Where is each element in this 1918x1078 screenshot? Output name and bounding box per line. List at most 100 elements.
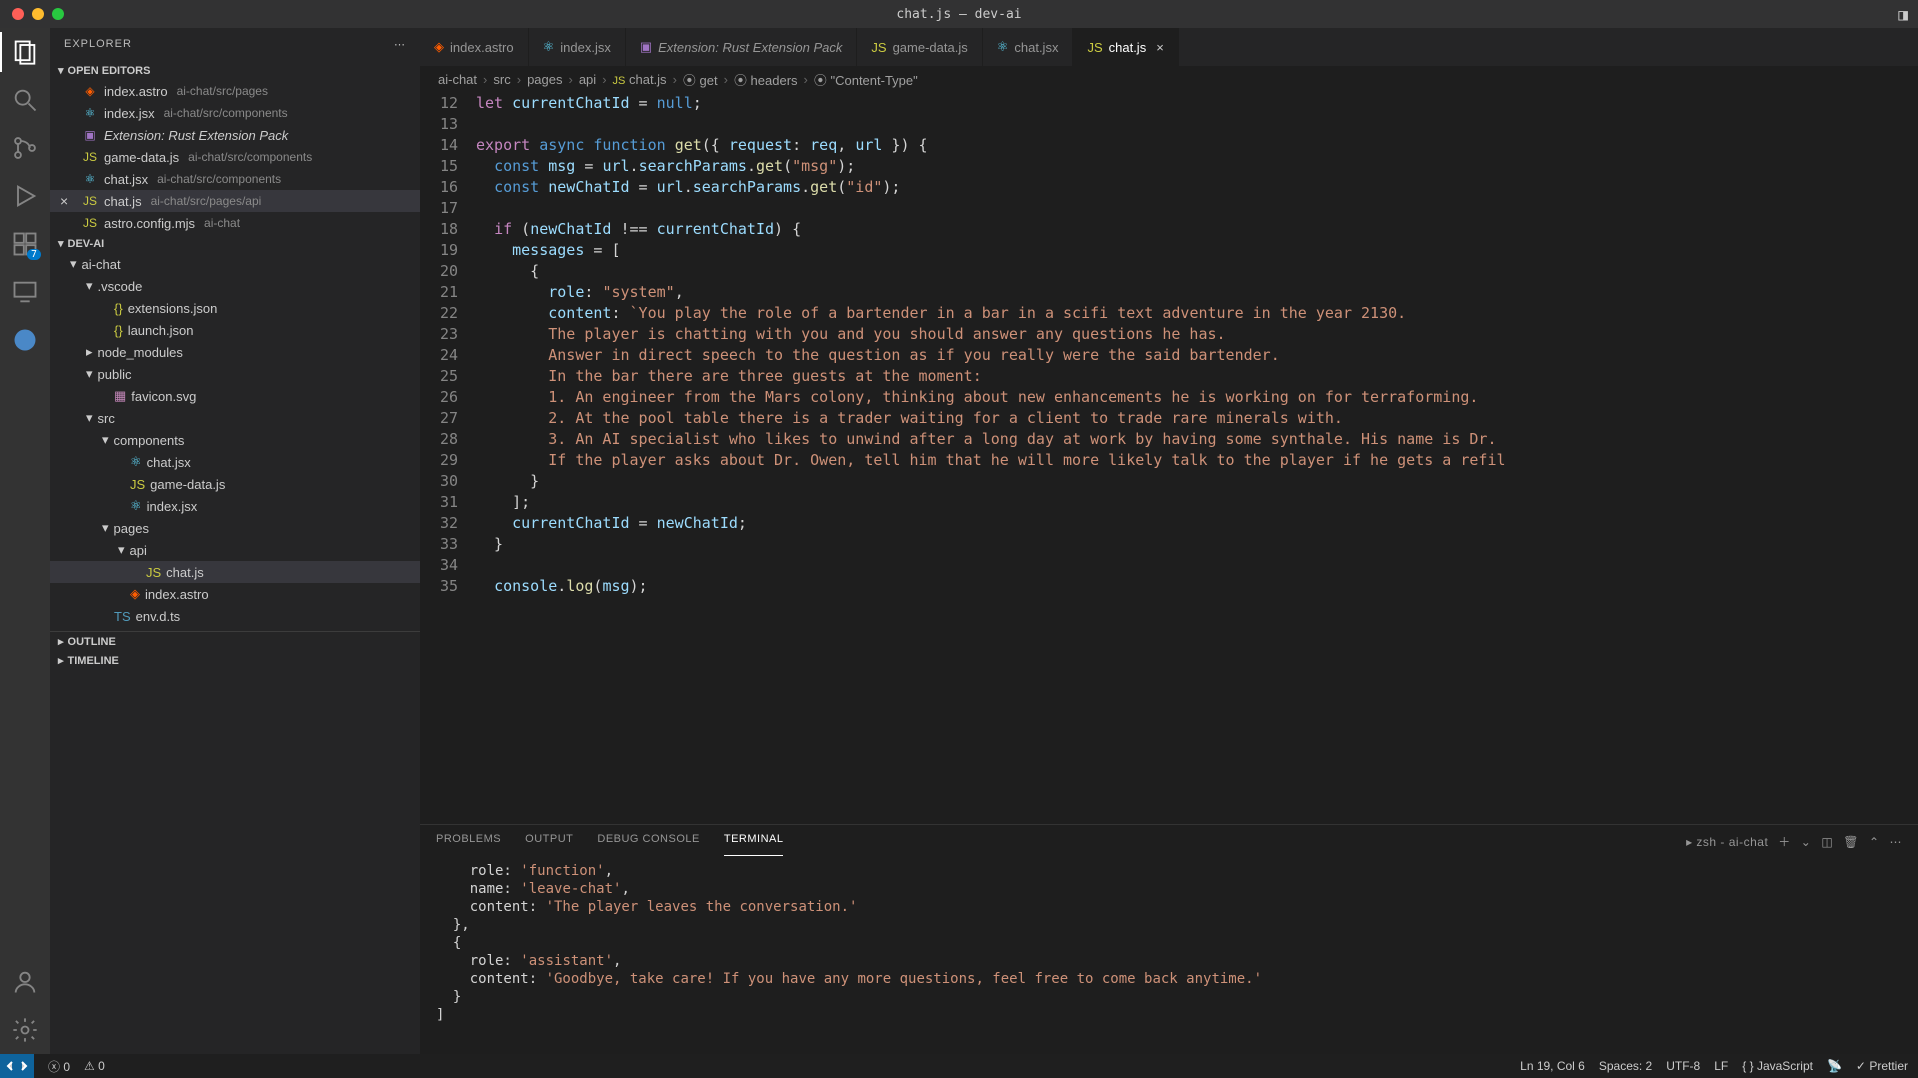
panel-tab-debug-console[interactable]: DEBUG CONSOLE (597, 833, 699, 856)
timeline-header[interactable]: TIMELINE (50, 651, 420, 670)
open-editor-item[interactable]: ⚛index.jsx ai-chat/src/components (50, 102, 420, 124)
run-debug-icon[interactable] (11, 182, 39, 210)
close-window-button[interactable] (12, 8, 24, 20)
source-control-icon[interactable] (11, 134, 39, 162)
status-indent[interactable]: Spaces: 2 (1599, 1059, 1652, 1073)
close-icon[interactable]: × (60, 193, 68, 209)
folder-.vscode[interactable]: .vscode (50, 275, 420, 297)
code-line[interactable]: 22 content: `You play the role of a bart… (420, 303, 1918, 324)
editor-tab[interactable]: ▣Extension: Rust Extension Pack (626, 28, 858, 66)
code-line[interactable]: 34 (420, 555, 1918, 576)
file-chat.js[interactable]: JSchat.js (50, 561, 420, 583)
minimize-window-button[interactable] (32, 8, 44, 20)
status-language[interactable]: { } JavaScript (1742, 1059, 1813, 1073)
code-line[interactable]: 33 } (420, 534, 1918, 555)
breadcrumb-segment[interactable]: pages (527, 72, 562, 87)
explorer-more-icon[interactable]: ⋯ (394, 38, 406, 51)
code-line[interactable]: 21 role: "system", (420, 282, 1918, 303)
breadcrumb-segment[interactable]: src (493, 72, 510, 87)
open-editor-item[interactable]: JSgame-data.js ai-chat/src/components (50, 146, 420, 168)
more-panel-icon[interactable]: ⋯ (1890, 835, 1903, 855)
folder-public[interactable]: public (50, 363, 420, 385)
search-icon[interactable] (11, 86, 39, 114)
editor-tab[interactable]: ◈index.astro (420, 28, 529, 66)
panel-tab-output[interactable]: OUTPUT (525, 833, 573, 856)
breadcrumb-segment[interactable]: api (579, 72, 596, 87)
open-editor-item[interactable]: ▣Extension: Rust Extension Pack (50, 124, 420, 146)
code-line[interactable]: 24 Answer in direct speech to the questi… (420, 345, 1918, 366)
code-line[interactable]: 32 currentChatId = newChatId; (420, 513, 1918, 534)
kill-terminal-icon[interactable]: 🗑 (1843, 835, 1859, 855)
breadcrumb-segment[interactable]: ⦿ headers (734, 70, 798, 89)
breadcrumb-segment[interactable]: ⦿ "Content-Type" (814, 70, 918, 89)
folder-node_modules[interactable]: node_modules (50, 341, 420, 363)
open-editor-item[interactable]: ⚛chat.jsx ai-chat/src/components (50, 168, 420, 190)
panel-tab-problems[interactable]: PROBLEMS (436, 833, 501, 856)
file-extensions.json[interactable]: {}extensions.json (50, 297, 420, 319)
code-line[interactable]: 30 } (420, 471, 1918, 492)
open-editor-item[interactable]: ◈index.astro ai-chat/src/pages (50, 80, 420, 102)
terminal[interactable]: role: 'function', name: 'leave-chat', co… (420, 856, 1918, 1054)
code-editor[interactable]: 12let currentChatId = null;13 14export a… (420, 93, 1918, 824)
terminal-shell-label[interactable]: ▸ zsh - ai-chat (1686, 835, 1768, 855)
code-line[interactable]: 19 messages = [ (420, 240, 1918, 261)
account-icon[interactable] (11, 968, 39, 996)
code-line[interactable]: 23 The player is chatting with you and y… (420, 324, 1918, 345)
file-launch.json[interactable]: {}launch.json (50, 319, 420, 341)
folder-ai-chat[interactable]: ai-chat (50, 253, 420, 275)
code-line[interactable]: 27 2. At the pool table there is a trade… (420, 408, 1918, 429)
status-errors[interactable]: ⓧ 0 (48, 1058, 70, 1075)
code-line[interactable]: 16 const newChatId = url.searchParams.ge… (420, 177, 1918, 198)
status-prettier[interactable]: ✓ Prettier (1856, 1059, 1908, 1073)
status-eol[interactable]: LF (1714, 1059, 1728, 1073)
code-line[interactable]: 18 if (newChatId !== currentChatId) { (420, 219, 1918, 240)
breadcrumb[interactable]: ai-chat›src›pages›api›JS chat.js›⦿ get›⦿… (420, 66, 1918, 93)
project-header[interactable]: DEV-AI (50, 234, 420, 253)
code-line[interactable]: 25 In the bar there are three guests at … (420, 366, 1918, 387)
file-index.astro[interactable]: ◈index.astro (50, 583, 420, 605)
folder-api[interactable]: api (50, 539, 420, 561)
folder-pages[interactable]: pages (50, 517, 420, 539)
breadcrumb-segment[interactable]: ai-chat (438, 72, 477, 87)
explorer-icon[interactable] (11, 38, 39, 66)
code-line[interactable]: 28 3. An AI specialist who likes to unwi… (420, 429, 1918, 450)
status-encoding[interactable]: UTF-8 (1666, 1059, 1700, 1073)
code-line[interactable]: 12let currentChatId = null; (420, 93, 1918, 114)
extensions-icon[interactable]: 7 (11, 230, 39, 258)
open-editors-header[interactable]: OPEN EDITORS (50, 61, 420, 80)
status-warnings[interactable]: ⚠ 0 (84, 1059, 105, 1073)
folder-components[interactable]: components (50, 429, 420, 451)
settings-gear-icon[interactable] (11, 1016, 39, 1044)
code-line[interactable]: 13 (420, 114, 1918, 135)
split-terminal-icon[interactable]: ◫ (1821, 835, 1833, 855)
code-line[interactable]: 17 (420, 198, 1918, 219)
code-line[interactable]: 14export async function get({ request: r… (420, 135, 1918, 156)
close-tab-icon[interactable]: × (1156, 40, 1164, 55)
editor-tab[interactable]: JSchat.js × (1073, 28, 1178, 66)
maximize-panel-icon[interactable]: ⌃ (1869, 835, 1880, 855)
breadcrumb-segment[interactable]: JS chat.js (613, 72, 667, 87)
breadcrumb-segment[interactable]: ⦿ get (683, 70, 718, 89)
open-editor-item[interactable]: JSastro.config.mjs ai-chat (50, 212, 420, 234)
code-line[interactable]: 26 1. An engineer from the Mars colony, … (420, 387, 1918, 408)
code-line[interactable]: 29 If the player asks about Dr. Owen, te… (420, 450, 1918, 471)
code-line[interactable]: 15 const msg = url.searchParams.get("msg… (420, 156, 1918, 177)
layout-toggle-icon[interactable]: ◨ (1898, 5, 1908, 24)
code-line[interactable]: 20 { (420, 261, 1918, 282)
editor-tab[interactable]: ⚛index.jsx (529, 28, 626, 66)
file-game-data.js[interactable]: JSgame-data.js (50, 473, 420, 495)
folder-src[interactable]: src (50, 407, 420, 429)
file-env.d.ts[interactable]: TSenv.d.ts (50, 605, 420, 627)
status-cursor[interactable]: Ln 19, Col 6 (1520, 1059, 1585, 1073)
file-chat.jsx[interactable]: ⚛chat.jsx (50, 451, 420, 473)
panel-tab-terminal[interactable]: TERMINAL (724, 833, 784, 856)
code-line[interactable]: 35 console.log(msg); (420, 576, 1918, 597)
editor-tab[interactable]: ⚛chat.jsx (983, 28, 1074, 66)
open-editor-item[interactable]: × JSchat.js ai-chat/src/pages/api (50, 190, 420, 212)
status-feedback-icon[interactable]: 📡 (1827, 1059, 1842, 1073)
file-index.jsx[interactable]: ⚛index.jsx (50, 495, 420, 517)
editor-tab[interactable]: JSgame-data.js (857, 28, 982, 66)
new-terminal-icon[interactable]: ＋ (1778, 833, 1791, 856)
remote-explorer-icon[interactable] (11, 278, 39, 306)
file-favicon.svg[interactable]: ▦favicon.svg (50, 385, 420, 407)
